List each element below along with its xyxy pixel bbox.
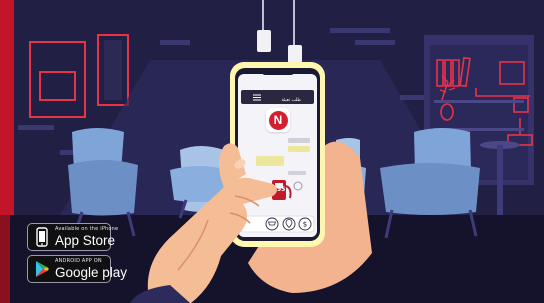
app-store-badge[interactable]: Available on the iPhone App Store [27, 223, 118, 251]
fuel-grade-label: 95 [277, 186, 286, 193]
google-play-label: Google play [55, 264, 128, 280]
google-play-small-text: ANDROID APP ON [55, 257, 102, 264]
app-store-label: App Store [55, 232, 116, 248]
app-title: طلب تعبئة [281, 98, 301, 103]
iphone-icon [36, 227, 48, 247]
brand-logo: N [266, 108, 290, 132]
promo-stage: $ طلب تعبئة N 95 Available on the iPhone… [0, 0, 544, 303]
google-play-badge[interactable]: ANDROID APP ON Google play [27, 255, 127, 283]
app-store-small-text: Available on the iPhone [55, 225, 119, 232]
left-door [0, 0, 14, 215]
phone-notch [262, 69, 294, 75]
svg-text:$: $ [303, 221, 307, 229]
google-play-icon [36, 261, 49, 277]
brand-logo-letter: N [268, 110, 288, 130]
